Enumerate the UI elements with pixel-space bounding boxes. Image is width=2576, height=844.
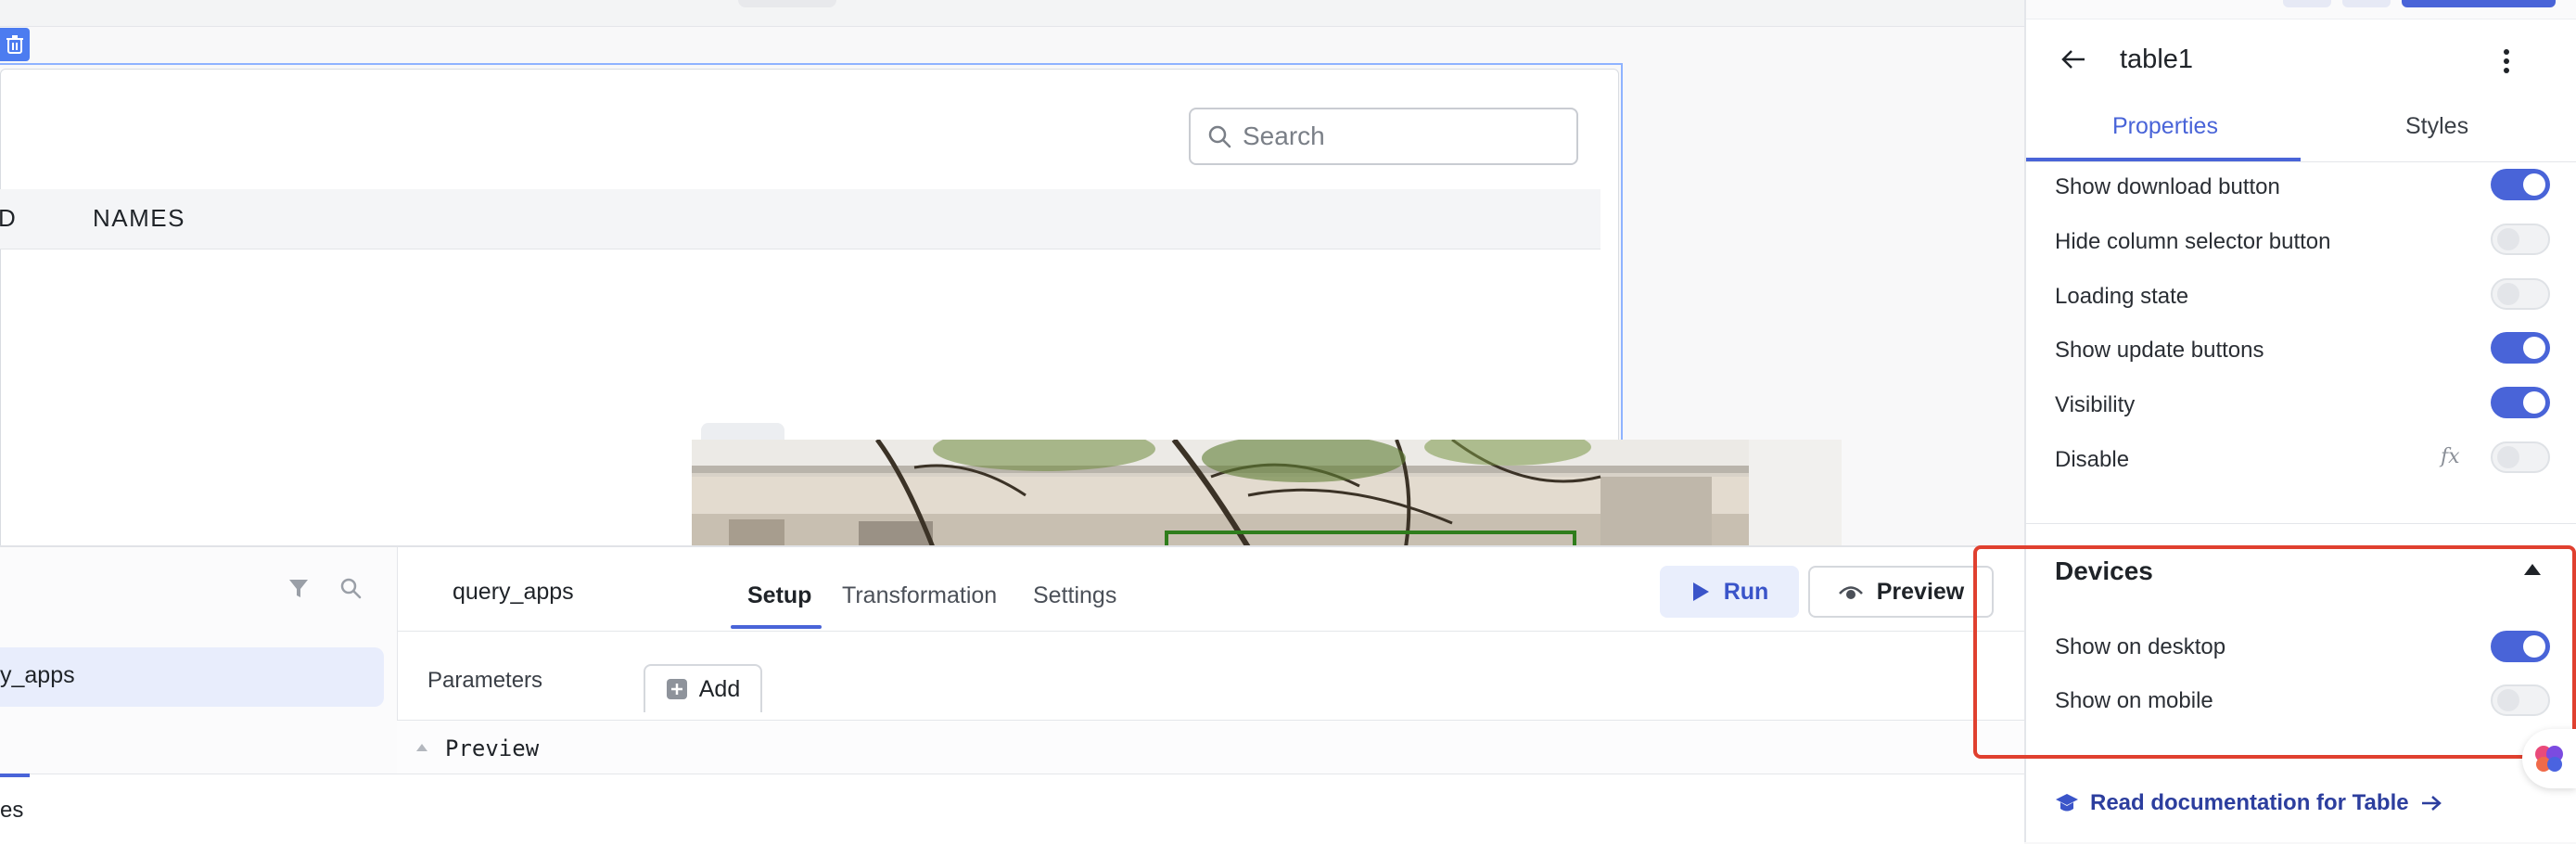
filter-icon[interactable] xyxy=(287,577,310,601)
more-options-icon[interactable] xyxy=(2502,48,2511,74)
plus-square-icon xyxy=(666,679,687,699)
bottom-tab-indicator xyxy=(0,774,30,777)
tabs-divider xyxy=(397,631,2024,632)
prop-label-hide-column-selector: Hide column selector button xyxy=(2055,229,2331,254)
search-placeholder: Search xyxy=(1243,121,1325,150)
toggle-loading-state[interactable] xyxy=(2491,278,2550,310)
parameters-label: Parameters xyxy=(427,668,543,693)
prop-label-visibility: Visibility xyxy=(2055,392,2136,417)
tab-setup[interactable]: Setup xyxy=(747,582,811,609)
back-arrow-icon[interactable] xyxy=(2060,48,2086,70)
component-title[interactable]: table1 xyxy=(2120,45,2193,75)
arrow-right-icon xyxy=(2421,796,2442,811)
query-name[interactable]: query_apps xyxy=(453,579,574,606)
fx-icon[interactable]: fx xyxy=(2441,445,2460,468)
tab-transformation[interactable]: Transformation xyxy=(842,582,997,609)
preview-section-label: Preview xyxy=(445,735,540,761)
graduation-cap-icon xyxy=(2056,794,2078,812)
canvas-top-handle[interactable] xyxy=(738,0,836,7)
prop-label-disable: Disable xyxy=(2055,447,2130,472)
run-label: Run xyxy=(1723,578,1769,605)
canvas-top-bar xyxy=(0,0,2024,27)
run-button[interactable]: Run xyxy=(1660,566,1799,618)
search-icon xyxy=(1208,125,1231,148)
section-divider xyxy=(2026,523,2576,524)
delete-widget-icon[interactable] xyxy=(0,28,30,61)
primary-action-stub[interactable] xyxy=(2402,0,2556,7)
tab-styles[interactable]: Styles xyxy=(2405,113,2468,140)
active-tab-indicator xyxy=(2026,158,2301,161)
active-tab-indicator xyxy=(731,625,822,629)
toggle-disable[interactable] xyxy=(2491,441,2550,473)
documentation-link[interactable]: Read documentation for Table xyxy=(2055,790,2442,816)
parameters-row xyxy=(397,649,2024,720)
toggle-show-update-buttons[interactable] xyxy=(2491,332,2550,364)
toggle-show-download[interactable] xyxy=(2491,169,2550,200)
toggle-visibility[interactable] xyxy=(2491,387,2550,418)
ai-assistant-button[interactable] xyxy=(2522,729,2576,788)
prop-label-loading-state: Loading state xyxy=(2055,284,2189,309)
table-header-row xyxy=(0,189,1600,249)
search-icon[interactable] xyxy=(339,577,362,599)
properties-tabs xyxy=(2026,96,2576,162)
building-tree-photo xyxy=(692,440,1842,545)
preview-button[interactable]: Preview xyxy=(1808,566,1994,618)
devices-highlight-box xyxy=(1973,545,2576,759)
eye-icon xyxy=(1838,586,1863,599)
image-widget[interactable] xyxy=(692,440,1842,545)
bottom-tab-label[interactable]: es xyxy=(0,798,23,824)
tab-settings[interactable]: Settings xyxy=(1033,582,1116,609)
toolbar-button-stub[interactable] xyxy=(2342,0,2391,7)
add-label: Add xyxy=(698,675,741,702)
column-header-id[interactable]: D xyxy=(0,204,17,233)
preview-section[interactable]: Preview xyxy=(397,720,2024,774)
preview-label: Preview xyxy=(1876,578,1965,605)
query-list-item-selected[interactable]: y_apps xyxy=(0,647,384,707)
query-list-item-label: y_apps xyxy=(0,662,75,688)
column-header-names[interactable]: NAMES xyxy=(93,204,185,233)
image-widget-handle[interactable] xyxy=(701,423,784,440)
table-search-input[interactable]: Search xyxy=(1189,108,1578,165)
bottom-tab-bar xyxy=(0,774,2024,843)
toggle-hide-column-selector[interactable] xyxy=(2491,224,2550,255)
documentation-link-label: Read documentation for Table xyxy=(2090,790,2409,815)
add-parameter-button[interactable]: Add xyxy=(644,664,762,712)
app-canvas: Search D NAMES xyxy=(0,0,2024,545)
tab-properties[interactable]: Properties xyxy=(2112,113,2218,140)
brain-icon xyxy=(2535,746,2563,772)
prop-label-show-update-buttons: Show update buttons xyxy=(2055,338,2264,363)
toolbar-button-stub[interactable] xyxy=(2283,0,2331,7)
prop-label-show-download: Show download button xyxy=(2055,174,2280,199)
caret-up-icon xyxy=(416,744,427,751)
play-icon xyxy=(1692,582,1709,601)
